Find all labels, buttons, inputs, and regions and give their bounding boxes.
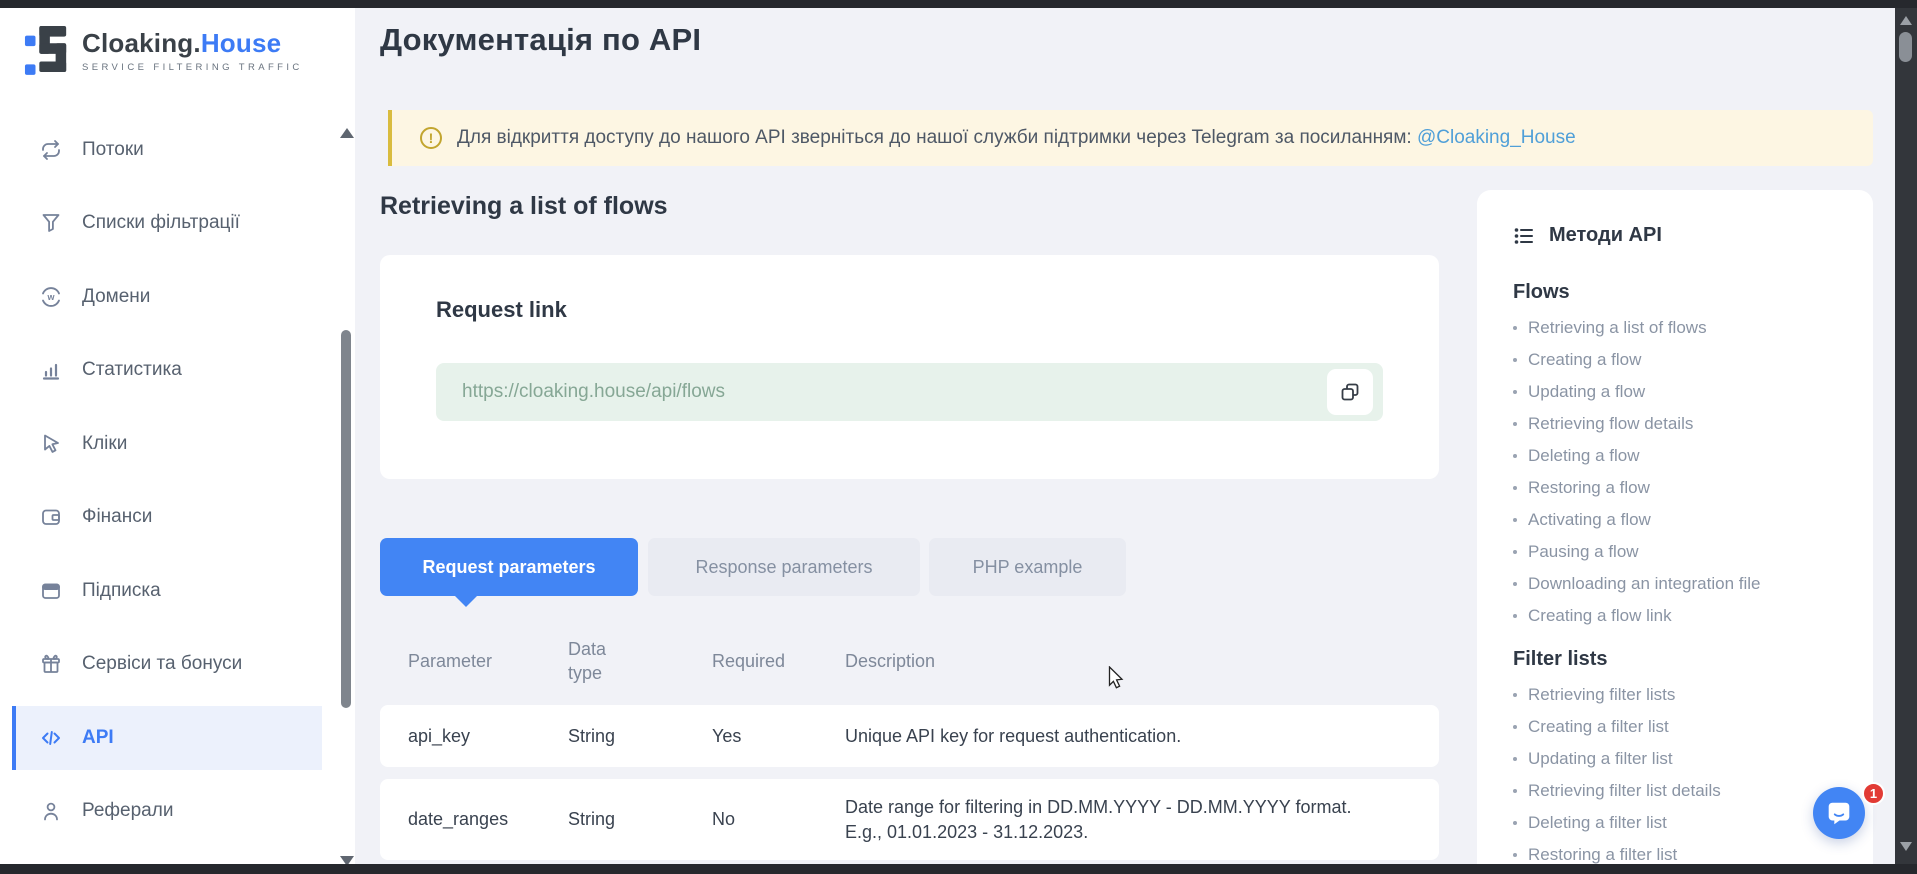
sidebar-item-subscription[interactable]: Підписка xyxy=(0,559,355,623)
sidebar-item-label: Потоки xyxy=(82,139,144,161)
scroll-up-arrow[interactable] xyxy=(1900,16,1912,25)
wallet-icon xyxy=(40,506,62,528)
sidebar-scroll-up-arrow[interactable] xyxy=(340,128,354,138)
globe-icon: w xyxy=(40,286,62,308)
request-url-field[interactable]: https://cloaking.house/api/flows xyxy=(436,363,1383,421)
logo[interactable]: Cloaking.House SERVICE FILTERING TRAFFIC xyxy=(24,24,303,76)
sidebar-item-statistics[interactable]: Статистика xyxy=(0,338,355,402)
window-top-edge xyxy=(0,0,1917,8)
methods-panel-title: Методи API xyxy=(1549,224,1662,247)
table-header-row: Parameter Data type Required Description xyxy=(380,622,1439,700)
sidebar-item-label: Сервіси та бонуси xyxy=(82,653,242,675)
tab-response-parameters[interactable]: Response parameters xyxy=(648,538,920,596)
app-window: Cloaking.House SERVICE FILTERING TRAFFIC… xyxy=(0,0,1917,874)
sidebar-item-services-bonuses[interactable]: Сервіси та бонуси xyxy=(0,632,355,696)
scrollbar-thumb[interactable] xyxy=(1899,32,1912,62)
list-icon xyxy=(1513,225,1535,247)
sidebar-item-clicks[interactable]: Кліки xyxy=(0,412,355,476)
method-link[interactable]: Creating a flow link xyxy=(1513,600,1873,632)
sidebar-item-referrals[interactable]: Реферали xyxy=(0,779,355,843)
method-link[interactable]: Creating a filter list xyxy=(1513,711,1873,743)
method-link[interactable]: Downloading an integration file xyxy=(1513,568,1873,600)
section-title: Retrieving a list of flows xyxy=(380,192,668,221)
gift-icon xyxy=(40,653,62,675)
bar-chart-icon xyxy=(40,359,62,381)
telegram-link[interactable]: @Cloaking_House xyxy=(1417,127,1576,148)
sidebar-item-label: Списки фільтрації xyxy=(82,212,240,234)
method-link[interactable]: Retrieving a list of flows xyxy=(1513,312,1873,344)
request-link-title: Request link xyxy=(436,297,567,323)
sidebar-item-label: Підписка xyxy=(82,580,161,602)
funnel-icon xyxy=(40,212,62,234)
sidebar: Cloaking.House SERVICE FILTERING TRAFFIC… xyxy=(0,8,355,864)
alert-text: Для відкриття доступу до нашого API звер… xyxy=(457,127,1412,148)
window-bottom-edge xyxy=(0,864,1917,874)
sidebar-item-label: API xyxy=(82,727,114,749)
sidebar-scrollbar-thumb[interactable] xyxy=(341,330,351,708)
request-link-card: Request link https://cloaking.house/api/… xyxy=(380,255,1439,479)
cursor-icon xyxy=(40,433,62,455)
cell-required: Yes xyxy=(712,726,845,747)
methods-section-flows: Flows xyxy=(1513,281,1873,304)
sidebar-item-label: Фінанси xyxy=(82,506,152,528)
page-scrollbar[interactable] xyxy=(1895,8,1917,864)
sidebar-item-flows[interactable]: Потоки xyxy=(0,118,355,182)
svg-text:w: w xyxy=(46,292,55,302)
cell-description: Date range for filtering in DD.MM.YYYY -… xyxy=(845,795,1375,844)
method-link[interactable]: Deleting a flow xyxy=(1513,440,1873,472)
code-icon xyxy=(40,727,62,749)
tab-php-example[interactable]: PHP example xyxy=(929,538,1126,596)
page-title: Документація по API xyxy=(380,22,701,58)
column-header: Parameter xyxy=(408,651,568,672)
api-methods-panel: Методи API Flows Retrieving a list of fl… xyxy=(1477,190,1873,874)
cell-required: No xyxy=(712,809,845,830)
method-link[interactable]: Updating a flow xyxy=(1513,376,1873,408)
cell-data-type: String xyxy=(568,809,712,830)
api-access-alert: ! Для відкриття доступу до нашого API зв… xyxy=(388,110,1873,166)
table-row: api_key String Yes Unique API key for re… xyxy=(380,705,1439,767)
sidebar-item-filter-lists[interactable]: Списки фільтрації xyxy=(0,191,355,255)
sync-icon xyxy=(40,139,62,161)
scroll-down-arrow[interactable] xyxy=(1900,842,1912,851)
cell-parameter: date_ranges xyxy=(408,809,568,830)
chat-widget-button[interactable] xyxy=(1813,787,1865,839)
column-header: Required xyxy=(712,651,845,672)
column-header: Description xyxy=(845,649,1375,673)
method-link[interactable]: Retrieving flow details xyxy=(1513,408,1873,440)
column-header: Data type xyxy=(568,637,620,686)
tab-request-parameters[interactable]: Request parameters xyxy=(380,538,638,596)
table-row: date_ranges String No Date range for fil… xyxy=(380,779,1439,860)
sidebar-item-label: Статистика xyxy=(82,359,182,381)
sidebar-item-label: Домени xyxy=(82,286,150,308)
request-url: https://cloaking.house/api/flows xyxy=(462,381,725,403)
method-link[interactable]: Pausing a flow xyxy=(1513,536,1873,568)
method-link[interactable]: Creating a flow xyxy=(1513,344,1873,376)
method-link[interactable]: Updating a filter list xyxy=(1513,743,1873,775)
sidebar-item-label: Реферали xyxy=(82,800,173,822)
person-icon xyxy=(40,800,62,822)
sidebar-item-api[interactable]: API xyxy=(12,706,322,770)
method-link[interactable]: Restoring a flow xyxy=(1513,472,1873,504)
sidebar-item-domains[interactable]: w Домени xyxy=(0,265,355,329)
brand-tagline: SERVICE FILTERING TRAFFIC xyxy=(82,62,303,73)
copy-button[interactable] xyxy=(1327,369,1373,415)
chat-notification-badge: 1 xyxy=(1862,782,1885,805)
cell-parameter: api_key xyxy=(408,726,568,747)
sidebar-item-label: Кліки xyxy=(82,433,127,455)
cell-data-type: String xyxy=(568,726,712,747)
sidebar-item-finances[interactable]: Фінанси xyxy=(0,485,355,549)
copy-icon xyxy=(1340,382,1360,402)
brand-name: Cloaking.House xyxy=(82,28,303,59)
methods-section-filter-lists: Filter lists xyxy=(1513,648,1873,671)
method-link[interactable]: Retrieving filter lists xyxy=(1513,679,1873,711)
info-icon: ! xyxy=(420,127,442,149)
chat-bubble-icon xyxy=(1824,798,1854,828)
cell-description: Unique API key for request authenticatio… xyxy=(845,724,1375,748)
logo-icon xyxy=(24,24,70,76)
credit-card-icon xyxy=(40,580,62,602)
method-link[interactable]: Activating a flow xyxy=(1513,504,1873,536)
